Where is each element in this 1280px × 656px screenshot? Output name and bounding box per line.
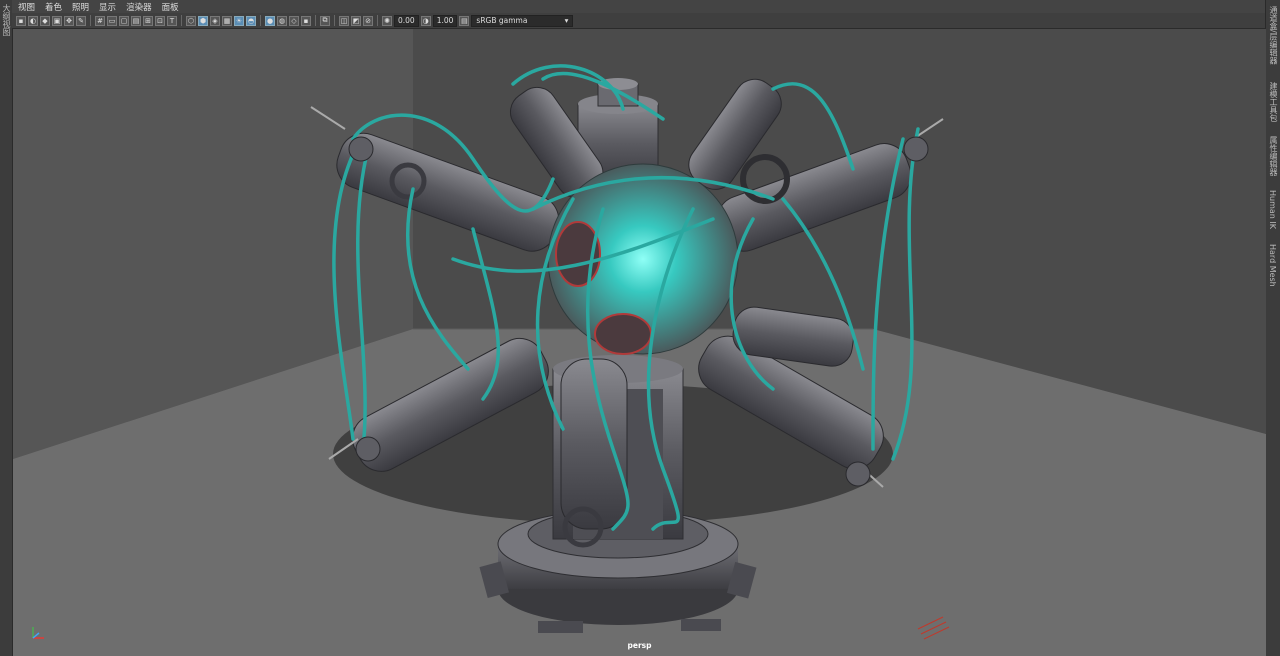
wireframe-on-shaded-icon[interactable]: ◈ xyxy=(210,15,220,26)
scene-render xyxy=(13,29,1266,656)
safe-title-icon[interactable]: T xyxy=(167,15,177,26)
film-gate-icon[interactable]: ▭ xyxy=(107,15,117,26)
image-plane-icon[interactable]: ▣ xyxy=(52,15,62,26)
gamma-icon[interactable]: ◑ xyxy=(420,15,431,26)
camera-attributes-icon[interactable]: ◐ xyxy=(28,15,38,26)
panel-toolbar: ▪ ◐ ◆ ▣ ✥ ✎ # ▭ ▢ ▤ ⊞ ⊡ T ⬡ ⬢ ◈ ▦ ☀ ◓ ● … xyxy=(12,13,1266,29)
depth-of-field-icon[interactable]: ▪ xyxy=(301,15,311,26)
resolution-gate-icon[interactable]: ▢ xyxy=(119,15,129,26)
xray-icon[interactable]: ◫ xyxy=(339,15,349,26)
field-chart-icon[interactable]: ⊞ xyxy=(143,15,153,26)
textured-icon[interactable]: ▦ xyxy=(222,15,232,26)
tab-attribute-editor[interactable]: 属性编辑器 xyxy=(1268,136,1279,176)
backface-culling-icon[interactable]: ⊘ xyxy=(363,15,373,26)
3d-viewport[interactable]: persp xyxy=(13,29,1266,656)
gate-mask-icon[interactable]: ▤ xyxy=(131,15,141,26)
smooth-shade-icon[interactable]: ⬢ xyxy=(198,15,208,26)
menu-view[interactable]: 视图 xyxy=(18,1,35,13)
panel-menubar: 视图 着色 照明 显示 渲染器 面板 xyxy=(12,0,1266,13)
menu-lighting[interactable]: 照明 xyxy=(72,1,89,13)
wireframe-icon[interactable]: ⬡ xyxy=(186,15,196,26)
isolate-select-icon[interactable]: ⧉ xyxy=(320,15,330,26)
xray-joints-icon[interactable]: ◩ xyxy=(351,15,361,26)
safe-action-icon[interactable]: ⊡ xyxy=(155,15,165,26)
camera-label: persp xyxy=(627,641,652,650)
tab-human-ik[interactable]: Human IK xyxy=(1268,190,1277,229)
exposure-field[interactable]: 0.00 xyxy=(394,14,419,27)
gamma-field[interactable]: 1.00 xyxy=(432,14,458,27)
tab-modeling-toolkit[interactable]: 建模工具包 xyxy=(1268,82,1279,122)
right-dock: 通道盒/层编辑器 建模工具包 属性编辑器 Human IK Hard Mesh xyxy=(1265,0,1280,656)
2d-pan-zoom-icon[interactable]: ✥ xyxy=(64,15,74,26)
motion-blur-icon[interactable]: ◍ xyxy=(277,15,287,26)
view-transform-value: sRGB gamma xyxy=(476,15,528,25)
tab-channel-box[interactable]: 通道盒/层编辑器 xyxy=(1268,6,1279,65)
screen-space-ao-icon[interactable]: ● xyxy=(265,15,275,26)
outliner-dock: 大纲视图 xyxy=(0,0,13,656)
shadows-icon[interactable]: ◓ xyxy=(246,15,256,26)
grid-icon[interactable]: # xyxy=(95,15,105,26)
menu-shading[interactable]: 着色 xyxy=(45,1,62,13)
menu-show[interactable]: 显示 xyxy=(99,1,116,13)
use-all-lights-icon[interactable]: ☀ xyxy=(234,15,244,26)
outliner-tab[interactable]: 大纲视图 xyxy=(1,4,12,36)
chevron-down-icon: ▾ xyxy=(564,15,569,25)
select-camera-icon[interactable]: ▪ xyxy=(16,15,26,26)
menu-panels[interactable]: 面板 xyxy=(162,1,179,13)
bookmark-icon[interactable]: ◆ xyxy=(40,15,50,26)
color-management-icon[interactable]: ▤ xyxy=(459,15,470,26)
view-transform-select[interactable]: sRGB gamma ▾ xyxy=(471,14,574,27)
axis-indicator-icon xyxy=(32,627,44,639)
exposure-icon[interactable]: ✺ xyxy=(382,15,392,26)
menu-renderer[interactable]: 渲染器 xyxy=(126,1,152,13)
tab-hard-mesh[interactable]: Hard Mesh xyxy=(1268,244,1277,287)
grease-pencil-icon[interactable]: ✎ xyxy=(76,15,86,26)
anti-aliasing-icon[interactable]: ◇ xyxy=(289,15,299,26)
